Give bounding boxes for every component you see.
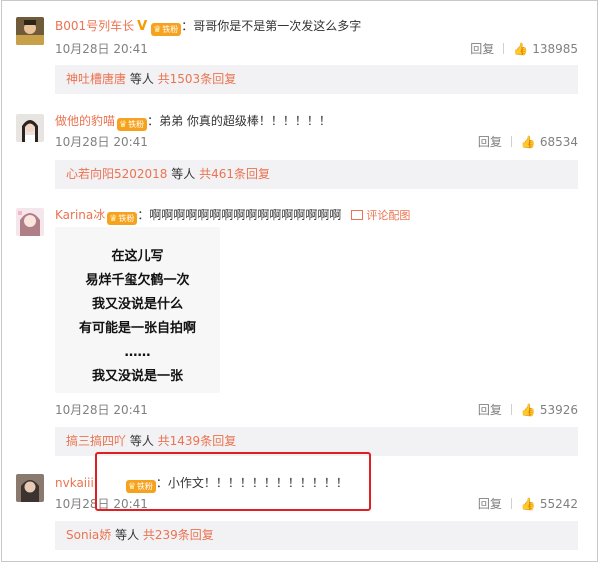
verified-v-icon: V bbox=[137, 19, 148, 34]
fan-badge-label: 铁粉 bbox=[128, 120, 145, 129]
reply-middle: 等人 bbox=[126, 434, 158, 448]
fan-badge: ♛铁粉 bbox=[107, 212, 138, 225]
thumb-up-icon[interactable]: 👍 bbox=[513, 42, 528, 56]
fan-badge: ♛铁粉 bbox=[151, 23, 182, 36]
reply-button[interactable]: 回复 bbox=[478, 497, 502, 511]
comment-image[interactable]: 在这儿写 易烊千玺欠鹤一次 我又没说是什么 有可能是一张自拍啊 …… 我又没说是… bbox=[55, 227, 220, 393]
avatar[interactable] bbox=[16, 114, 44, 142]
fan-badge-label: 铁粉 bbox=[162, 25, 179, 34]
image-text-line: 易烊千玺欠鹤一次 bbox=[85, 273, 190, 288]
thumb-up-icon[interactable]: 👍 bbox=[521, 497, 536, 511]
reply-middle: 等人 bbox=[111, 528, 143, 542]
reply-count[interactable]: 共1503条回复 bbox=[158, 72, 237, 86]
reply-count[interactable]: 共1439条回复 bbox=[158, 434, 237, 448]
image-text-line: 我又没说是什么 bbox=[91, 297, 183, 312]
avatar[interactable] bbox=[16, 208, 44, 236]
reply-count[interactable]: 共461条回复 bbox=[199, 167, 270, 181]
comment-actions: 回复 👍 68534 bbox=[478, 133, 578, 150]
like-count: 53926 bbox=[539, 403, 578, 417]
crown-icon: ♛ bbox=[109, 214, 118, 224]
comment-text: ：哥哥你是不是第一次发这么多字 bbox=[181, 19, 362, 33]
comment-picture-link[interactable]: 评论配图 bbox=[351, 209, 410, 222]
crown-icon: ♛ bbox=[119, 120, 128, 130]
comment-actions: 回复 👍 55242 bbox=[478, 495, 578, 512]
image-text-line: …… bbox=[124, 345, 151, 360]
fan-badge-label: 铁粉 bbox=[118, 214, 135, 223]
divider bbox=[503, 43, 505, 54]
fan-badge: ♛铁粉 bbox=[117, 118, 148, 131]
sub-replies-link[interactable]: Sonia娇 等人 共239条回复 bbox=[55, 521, 578, 550]
image-text-line: 我又没说是一张 bbox=[91, 369, 183, 384]
divider bbox=[510, 498, 512, 509]
crown-icon: ♛ bbox=[153, 25, 162, 35]
reply-button[interactable]: 回复 bbox=[478, 135, 502, 149]
sub-replies-link[interactable]: 心若向阳5202018 等人 共461条回复 bbox=[55, 160, 578, 189]
image-text-line: 有可能是一张自拍啊 bbox=[78, 321, 196, 336]
reply-user[interactable]: Sonia娇 bbox=[66, 528, 111, 542]
reply-button[interactable]: 回复 bbox=[470, 42, 494, 56]
avatar[interactable] bbox=[16, 474, 44, 502]
username-link[interactable]: 做他的豹喵 bbox=[55, 114, 115, 128]
sub-replies-link[interactable]: 神吐槽唐唐 等人 共1503条回复 bbox=[55, 65, 578, 94]
image-text-line: 在这儿写 bbox=[111, 249, 164, 264]
pic-link-label: 评论配图 bbox=[366, 209, 411, 222]
comment-text: ：啊啊啊啊啊啊啊啊啊啊啊啊啊啊啊啊 bbox=[137, 208, 342, 222]
comment-actions: 回复 👍 53926 bbox=[478, 401, 578, 418]
divider bbox=[510, 136, 512, 147]
comment-header: Karina冰 ♛铁粉 ：啊啊啊啊啊啊啊啊啊啊啊啊啊啊啊啊 评论配图 bbox=[55, 206, 410, 225]
like-count: 68534 bbox=[539, 135, 578, 149]
reply-button[interactable]: 回复 bbox=[478, 403, 502, 417]
comment-time: 10月28日 20:41 bbox=[55, 135, 148, 149]
divider bbox=[510, 404, 512, 415]
reply-user[interactable]: 神吐槽唐唐 bbox=[66, 72, 126, 86]
thumb-up-icon[interactable]: 👍 bbox=[521, 135, 536, 149]
picture-icon bbox=[351, 210, 364, 220]
reply-middle: 等人 bbox=[126, 72, 158, 86]
like-count: 55242 bbox=[539, 497, 578, 511]
highlight-box bbox=[95, 452, 371, 511]
reply-user[interactable]: 心若向阳5202018 bbox=[66, 167, 167, 181]
avatar[interactable] bbox=[16, 17, 44, 45]
reply-middle: 等人 bbox=[167, 167, 200, 181]
comment-text: ：弟弟 你真的超级棒！！！！！！ bbox=[147, 114, 331, 128]
username-link[interactable]: B001号列车长 bbox=[55, 19, 134, 33]
thumb-up-icon[interactable]: 👍 bbox=[521, 403, 536, 417]
like-count: 138985 bbox=[532, 42, 578, 56]
username-link[interactable]: Karina冰 bbox=[55, 208, 105, 222]
comment-header: 做他的豹喵 ♛铁粉 ：弟弟 你真的超级棒！！！！！！ bbox=[55, 112, 331, 131]
username-link[interactable]: nvkaiii bbox=[55, 476, 94, 490]
comment-header: B001号列车长 V ♛铁粉 ：哥哥你是不是第一次发这么多字 bbox=[55, 17, 361, 36]
comment-time: 10月28日 20:41 bbox=[55, 403, 148, 417]
comment-actions: 回复 👍 138985 bbox=[470, 40, 578, 57]
comment-time: 10月28日 20:41 bbox=[55, 42, 148, 56]
reply-count[interactable]: 共239条回复 bbox=[143, 528, 214, 542]
reply-user[interactable]: 搞三搞四吖 bbox=[66, 434, 126, 448]
